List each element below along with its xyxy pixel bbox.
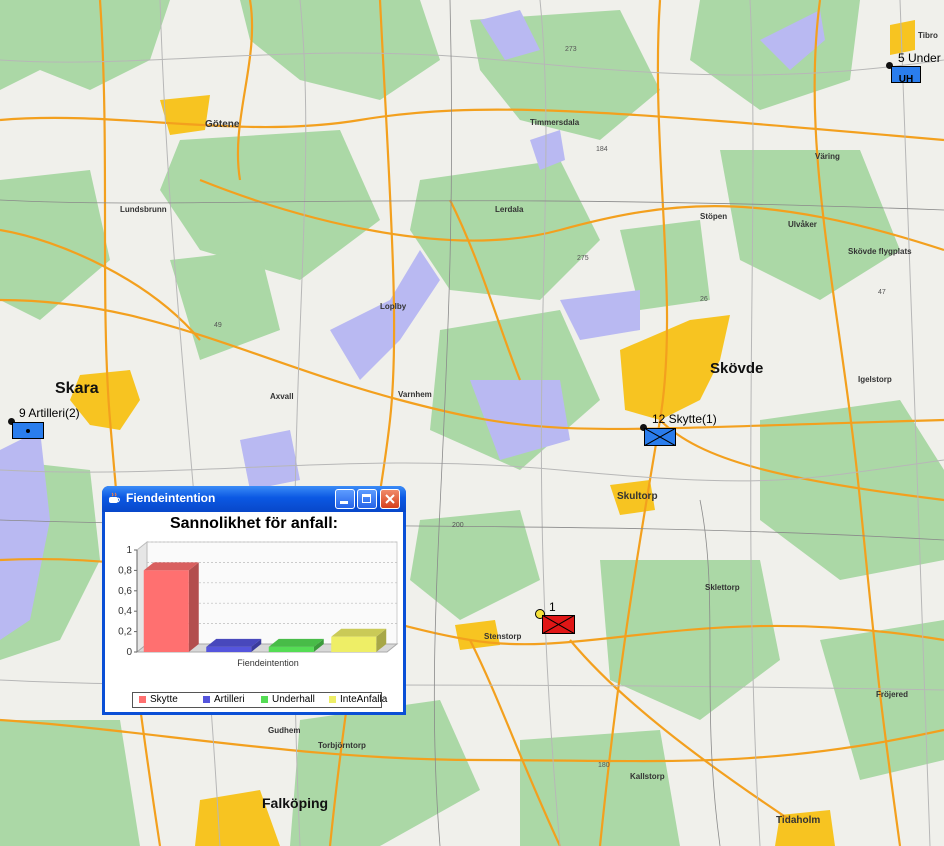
place-igelstorp: Igelstorp xyxy=(858,375,892,384)
place-timmersdala: Timmersdala xyxy=(530,118,580,127)
bar-inteanfalla xyxy=(331,628,387,652)
bar-skytte xyxy=(143,562,199,652)
y-tick-label: 1 xyxy=(126,545,132,556)
place-tidaholm: Tidaholm xyxy=(776,815,821,826)
unit-label: 9 Artilleri(2) xyxy=(19,406,80,420)
bar-chart: 0 0,2 0,4 0,6 0,8 1 Fiendeintention xyxy=(118,540,399,668)
unit-label: 12 Skytte(1) xyxy=(652,412,717,426)
place-lerdala: Lerdala xyxy=(495,205,524,214)
road-number: 180 xyxy=(598,762,610,769)
road-number: 49 xyxy=(214,322,222,329)
place-varnhem: Varnhem xyxy=(398,390,432,399)
place-gudhem: Gudhem xyxy=(268,726,301,735)
enemy-infantry-symbol[interactable] xyxy=(542,615,575,634)
place-gotene: Götene xyxy=(205,119,240,130)
place-tibro: Tibro xyxy=(918,31,938,40)
y-tick-label: 0,2 xyxy=(118,627,132,638)
legend-swatch xyxy=(261,695,268,703)
unit-label: 1 xyxy=(549,600,556,614)
legend-swatch xyxy=(329,695,336,703)
legend-swatch xyxy=(203,695,210,703)
legend-item-underhall: Underhall xyxy=(261,694,315,705)
place-falkoping: Falköping xyxy=(262,795,329,811)
road-number: 47 xyxy=(878,289,886,296)
legend-label: Skytte xyxy=(150,694,178,705)
bar-artilleri xyxy=(206,638,262,652)
artillery-symbol[interactable] xyxy=(12,422,44,439)
maximize-icon xyxy=(362,494,371,503)
place-skovde: Skövde xyxy=(710,360,764,377)
y-tick-label: 0 xyxy=(126,647,132,658)
road-number: 275 xyxy=(577,255,589,262)
legend-item-inteanfalla: InteAnfalla xyxy=(329,694,387,705)
legend-swatch xyxy=(139,695,146,703)
bar-underhall xyxy=(268,638,324,652)
legend-label: InteAnfalla xyxy=(340,694,388,705)
java-cup-icon xyxy=(109,492,120,503)
minimize-button[interactable] xyxy=(335,489,355,509)
infantry-symbol[interactable] xyxy=(644,428,676,446)
place-kallstorp: Kallstorp xyxy=(630,772,665,781)
legend-label: Artilleri xyxy=(214,694,245,705)
place-skultorp: Skultorp xyxy=(617,491,658,502)
road-number: 184 xyxy=(596,146,608,153)
maximize-button[interactable] xyxy=(357,489,377,509)
place-torbjorntorp: Torbjörntorp xyxy=(318,741,366,750)
place-skovde-flygplats: Skövde flygplats xyxy=(848,247,912,256)
map-canvas[interactable] xyxy=(0,0,944,846)
place-frojered: Fröjered xyxy=(876,690,909,699)
place-sklettorp: Sklettorp xyxy=(705,583,740,592)
unit-code: UH xyxy=(898,74,914,85)
close-icon xyxy=(385,494,395,504)
place-skara: Skara xyxy=(55,380,99,397)
y-tick-label: 0,8 xyxy=(118,565,132,576)
window-titlebar[interactable]: Fiendeintention xyxy=(102,486,406,512)
close-button[interactable] xyxy=(380,489,400,509)
place-valing: Väring xyxy=(815,152,840,161)
chart-legend: Skytte Artilleri Underhall InteAnfalla xyxy=(132,692,387,708)
road-number: 273 xyxy=(565,46,577,53)
road-number: 200 xyxy=(452,522,464,529)
support-symbol[interactable]: UH xyxy=(891,66,921,85)
fiendeintention-window[interactable]: Fiendeintention Sannolikhet för anfall: … xyxy=(102,486,406,715)
place-ulvakar: Ulvåker xyxy=(788,220,817,229)
place-stenstorp: Stenstorp xyxy=(484,632,522,641)
place-stopen: Stöpen xyxy=(700,212,728,221)
y-tick-label: 0,6 xyxy=(118,586,132,597)
y-tick-label: 0,4 xyxy=(118,606,132,617)
legend-label: Underhall xyxy=(272,694,315,705)
window-content: Sannolikhet för anfall: 0 0,2 0,4 0,6 0,8 1 Fi… xyxy=(105,512,403,712)
legend-item-artilleri: Artilleri xyxy=(203,694,245,705)
window-title: Fiendeintention xyxy=(126,491,216,505)
place-lopby: Loplby xyxy=(380,302,407,311)
place-axvall: Axvall xyxy=(270,392,294,401)
unit-label: 5 Under xyxy=(898,51,941,65)
legend-item-skytte: Skytte xyxy=(139,694,178,705)
x-axis-label: Fiendeintention xyxy=(237,658,299,668)
place-lundsbrunn: Lundsbrunn xyxy=(120,205,167,214)
road-number: 26 xyxy=(700,296,708,303)
minimize-icon xyxy=(340,501,348,504)
